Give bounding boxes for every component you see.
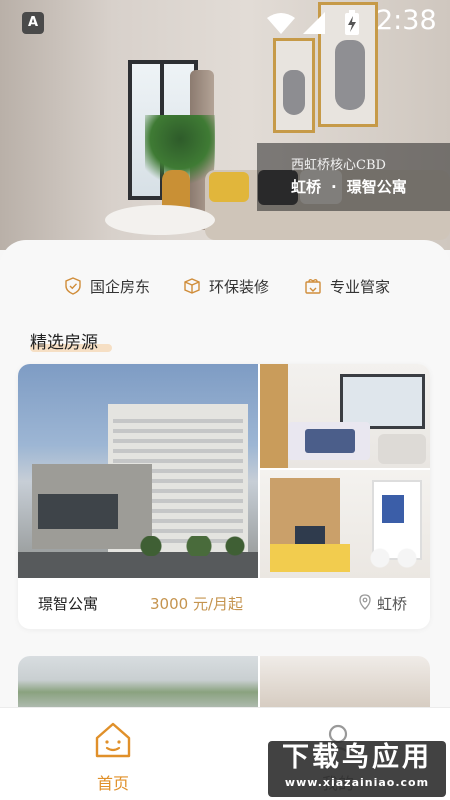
status-time: 2:38 xyxy=(376,5,437,36)
hero-table xyxy=(105,205,215,235)
listing-bedroom-photo xyxy=(260,364,430,468)
pillow-yellow xyxy=(209,172,249,202)
badge-project: 璟智公寓 xyxy=(346,178,407,196)
feature-eco-decoration: 环保装修 xyxy=(183,274,269,298)
tab-home-label: 首页 xyxy=(96,774,129,793)
listing-building-photo xyxy=(18,364,258,578)
feature-pro-steward: 专业管家 xyxy=(304,274,390,298)
listing-location: 虹桥 xyxy=(377,595,408,613)
status-icons xyxy=(267,10,359,35)
box-icon xyxy=(184,278,200,294)
badge-subtitle: 西虹桥核心CBD xyxy=(291,158,386,173)
study-art xyxy=(382,495,404,523)
watermark-url: www.xiazainiao.com xyxy=(284,776,430,789)
listing-study-photo xyxy=(260,470,430,578)
wifi-icon xyxy=(267,13,295,34)
study-desk xyxy=(270,544,350,572)
bedroom-armchair xyxy=(378,434,426,464)
signal-icon xyxy=(303,12,325,34)
listing-card[interactable]: 璟智公寓 3000 元/月起 虹桥 xyxy=(18,364,430,629)
bedroom-window xyxy=(340,374,425,429)
listing-price: 3000 元/月起 xyxy=(150,595,243,613)
home-smile-icon xyxy=(95,722,131,758)
listing-name: 璟智公寓 xyxy=(38,595,99,613)
hero-banner[interactable]: A 2:38 西虹桥核心CBD 虹桥 · 璟智公寓 xyxy=(0,0,450,250)
feature-label: 环保装修 xyxy=(209,277,270,296)
feature-row: 国企房东 环保装修 专业管家 xyxy=(0,274,450,298)
battery-icon xyxy=(345,10,359,35)
watermark-logo: 下载鸟应用 www.xiazainiao.com xyxy=(268,741,446,797)
bunny-art-right xyxy=(335,40,365,110)
tab-home[interactable]: 首页 xyxy=(85,720,141,793)
app-screen: A 2:38 西虹桥核心CBD 虹桥 · 璟智公寓 国企房东 环保装修 专业管家… xyxy=(0,0,450,800)
badge-area: 虹桥 xyxy=(291,178,322,196)
feature-state-landlord: 国企房东 xyxy=(64,274,150,298)
bedroom-blanket xyxy=(305,429,355,453)
study-laptop xyxy=(295,526,325,544)
accessibility-icon: A xyxy=(22,12,44,34)
study-chairs xyxy=(365,546,425,570)
gift-badge-icon xyxy=(305,279,321,294)
bunny-art-left xyxy=(283,70,305,115)
bedroom-shelf xyxy=(260,364,288,468)
status-bar: A 2:38 xyxy=(0,0,450,44)
shield-check-icon xyxy=(65,277,81,295)
building-glass xyxy=(38,494,118,529)
badge-title: 虹桥 · 璟智公寓 xyxy=(291,176,407,197)
feature-label: 国企房东 xyxy=(90,277,151,296)
badge-separator: · xyxy=(331,178,337,196)
section-title: 精选房源 xyxy=(30,333,98,353)
watermark-title: 下载鸟应用 xyxy=(282,742,432,773)
location-pin-icon xyxy=(359,594,371,610)
feature-label: 专业管家 xyxy=(330,277,391,296)
hero-location-badge: 西虹桥核心CBD 虹桥 · 璟智公寓 xyxy=(257,143,450,211)
building-trees xyxy=(133,536,253,556)
